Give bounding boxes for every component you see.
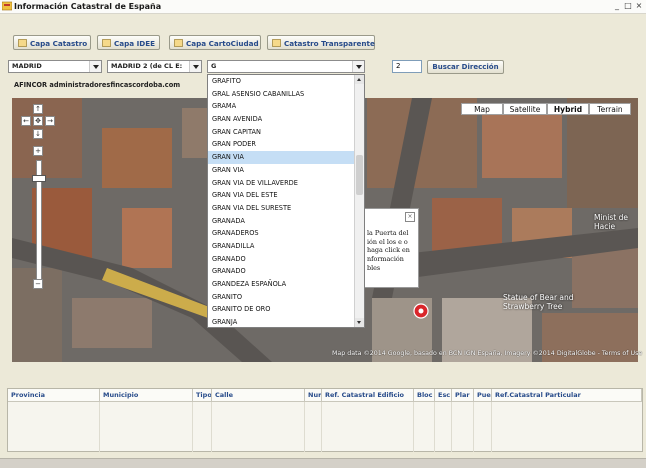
column-divider [304, 402, 305, 452]
location-marker-icon[interactable] [413, 303, 429, 319]
dropdown-item[interactable]: GRAN VIA [208, 164, 364, 177]
dropdown-item[interactable]: GRAMA [208, 100, 364, 113]
pan-up-icon[interactable]: ↑ [33, 104, 43, 114]
pan-right-icon[interactable]: → [45, 116, 55, 126]
dropdown-item[interactable]: GRAN AVENIDA [208, 113, 364, 126]
window-title: Información Catastral de España [14, 2, 162, 11]
layer-icon [174, 39, 183, 47]
map-type-satellite[interactable]: Satellite [503, 103, 547, 115]
catastro-transparente-button[interactable]: Catastro Transparente [267, 35, 375, 50]
button-label: Capa CartoCiudad [186, 39, 259, 48]
dropdown-item[interactable]: GRANITO DE ORO [208, 303, 364, 316]
dropdown-item[interactable]: GRAN VIA DEL ESTE [208, 189, 364, 202]
dropdown-item[interactable]: GRANADEROS [208, 227, 364, 240]
layer-icon [102, 39, 111, 47]
column-header[interactable]: Ref.Catastral Particular [492, 389, 642, 402]
municipio-value: MADRID 2 (de CL E: [111, 62, 183, 70]
close-button[interactable]: × [634, 1, 644, 11]
app-icon [2, 1, 12, 11]
results-table[interactable]: Provincia Municipio Tipo Calle Num Ref. … [7, 388, 643, 452]
numero-input[interactable]: 2 [392, 60, 422, 73]
dropdown-items: GRAFITO GRAL ASENSIO CABANILLAS GRAMA GRAN … [208, 75, 364, 327]
map-info-window: × la Puerta del ión el los e o haga clic… [363, 208, 419, 288]
dropdown-item[interactable]: GRAN PODER [208, 138, 364, 151]
dropdown-item[interactable]: GRAN CAPITAN [208, 126, 364, 139]
title-bar: Información Catastral de España _ □ × [0, 0, 646, 14]
dropdown-item[interactable]: GRAN VIA DE VILLAVERDE [208, 177, 364, 190]
layer-icon [18, 39, 27, 47]
column-header[interactable]: Esc [435, 389, 452, 402]
maximize-button[interactable]: □ [623, 1, 633, 11]
dropdown-item[interactable]: GRANADO [208, 265, 364, 278]
map-label-ministerio: Minist de Hacie [594, 213, 628, 231]
dropdown-item[interactable]: GRAN VIA DEL SURESTE [208, 202, 364, 215]
button-label: Capa Catastro [30, 39, 88, 48]
scroll-thumb[interactable] [356, 155, 363, 195]
minimize-button[interactable]: _ [612, 1, 622, 11]
column-divider [491, 402, 492, 452]
column-header[interactable]: Bloc [414, 389, 435, 402]
column-header[interactable]: Pue [474, 389, 492, 402]
dropdown-item[interactable]: GRANADILLA [208, 240, 364, 253]
dropdown-item[interactable]: GRANDEZA ESPAÑOLA [208, 278, 364, 291]
dropdown-item[interactable]: GRAL ASENSIO CABANILLAS [208, 88, 364, 101]
column-divider [211, 402, 212, 452]
info-window-text: la Puerta del ión el los e o haga click … [367, 229, 410, 272]
dropdown-item[interactable]: GRANITO [208, 291, 364, 304]
column-divider [451, 402, 452, 452]
pan-down-icon[interactable]: ↓ [33, 129, 43, 139]
column-header[interactable]: Plar [452, 389, 474, 402]
capa-idee-button[interactable]: Capa IDEE [97, 35, 160, 50]
chevron-down-icon[interactable] [352, 61, 364, 72]
column-header[interactable]: Municipio [100, 389, 193, 402]
pan-center-icon[interactable]: ✥ [33, 116, 43, 126]
chevron-down-icon[interactable] [189, 61, 201, 72]
layer-icon [272, 39, 281, 47]
column-divider [99, 402, 100, 452]
provincia-select[interactable]: MADRID [8, 60, 102, 73]
dropdown-item[interactable]: GRAN VIA [208, 151, 364, 164]
chevron-down-icon[interactable] [89, 61, 101, 72]
company-label: AFINCOR administradoresfincascordoba.com [14, 81, 181, 89]
column-divider [473, 402, 474, 452]
pan-left-icon[interactable]: ← [21, 116, 31, 126]
column-header[interactable]: Calle [212, 389, 305, 402]
column-divider [413, 402, 414, 452]
column-header[interactable]: Provincia [8, 389, 100, 402]
zoom-out-icon[interactable]: − [33, 279, 43, 289]
map-type-terrain[interactable]: Terrain [589, 103, 631, 115]
scroll-down-icon[interactable] [355, 318, 364, 327]
button-label: Catastro Transparente [284, 39, 375, 48]
column-divider [321, 402, 322, 452]
zoom-in-icon[interactable]: + [33, 146, 43, 156]
map-label-statue: Statue of Bear and Strawberry Tree [503, 293, 574, 311]
column-divider [434, 402, 435, 452]
column-divider [192, 402, 193, 452]
dropdown-item[interactable]: GRANADA [208, 215, 364, 228]
calle-value: G [211, 62, 217, 70]
buscar-direccion-button[interactable]: Buscar Dirección [427, 60, 504, 74]
column-header[interactable]: Num [305, 389, 322, 402]
map-type-hybrid[interactable]: Hybrid [547, 103, 589, 115]
column-header[interactable]: Ref. Catastral Edificio [322, 389, 414, 402]
capa-cartociudad-button[interactable]: Capa CartoCiudad [169, 35, 261, 50]
capa-catastro-button[interactable]: Capa Catastro [13, 35, 91, 50]
close-icon[interactable]: × [405, 212, 415, 222]
zoom-slider-handle[interactable] [32, 175, 46, 182]
dropdown-item[interactable]: GRANADO [208, 253, 364, 266]
column-header[interactable]: Tipo [193, 389, 212, 402]
provincia-value: MADRID [12, 62, 42, 70]
map-type-map[interactable]: Map [461, 103, 503, 115]
street-dropdown-list[interactable]: GRAFITO GRAL ASENSIO CABANILLAS GRAMA GRAN … [207, 74, 365, 328]
dropdown-item[interactable]: GRANJA [208, 316, 364, 327]
dropdown-item[interactable]: GRAFITO [208, 75, 364, 88]
calle-select[interactable]: G [207, 60, 365, 73]
button-label: Capa IDEE [114, 39, 156, 48]
dropdown-scrollbar[interactable] [354, 75, 364, 327]
municipio-select[interactable]: MADRID 2 (de CL E: [107, 60, 202, 73]
map-attribution[interactable]: Map data ©2014 Google, basado en BCN IGN… [332, 350, 642, 357]
scroll-up-icon[interactable] [355, 75, 364, 84]
